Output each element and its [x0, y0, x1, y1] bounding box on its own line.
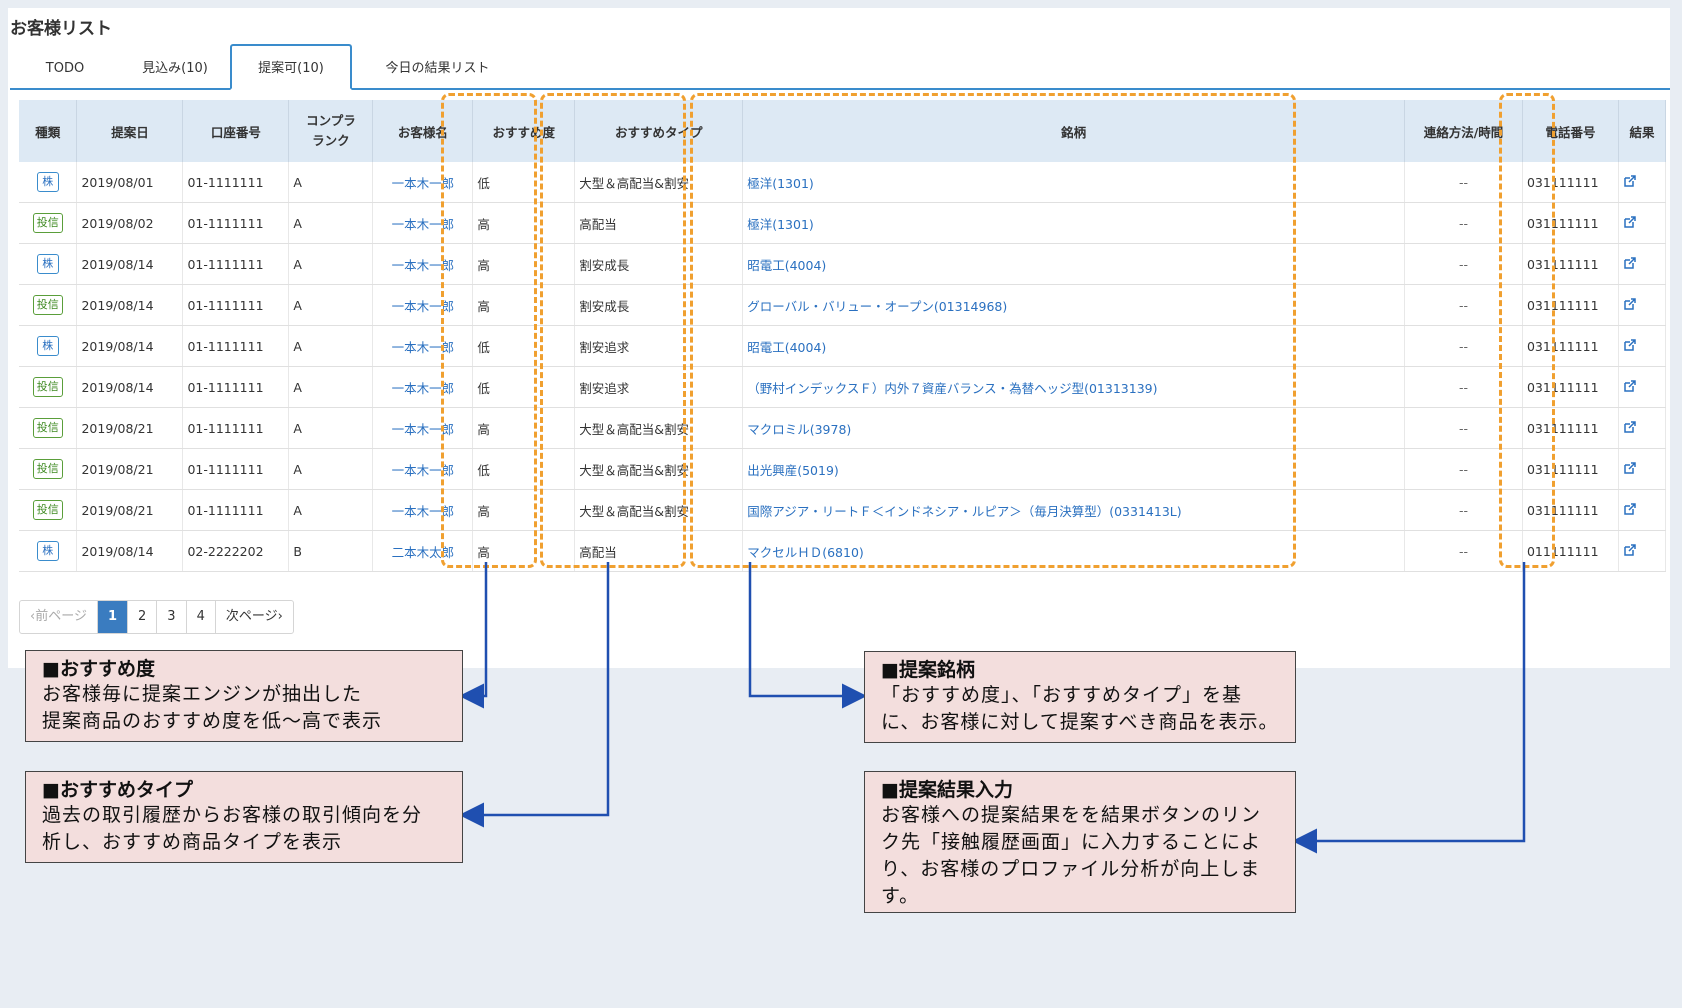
note-result-input-line3: り、お客様のプロファイル分析が向上しま: [881, 858, 1261, 880]
note-recommend-type-title: ■おすすめタイプ: [42, 779, 193, 801]
note-recommend-level: ■おすすめ度 お客様毎に提案エンジンが抽出した 提案商品のおすすめ度を低〜高で表…: [25, 650, 463, 742]
note-proposal-stock-title: ■提案銘柄: [881, 659, 975, 681]
note-result-input-line2: ク先「接触履歴画面」に入力することによ: [881, 831, 1262, 853]
note-result-input-line1: お客様への提案結果をを結果ボタンのリン: [881, 804, 1262, 826]
note-recommend-type-line1: 過去の取引履歴からお客様の取引傾向を分: [42, 804, 423, 826]
note-result-input-title: ■提案結果入力: [881, 779, 1013, 801]
note-result-input: ■提案結果入力 お客様への提案結果をを結果ボタンのリン ク先「接触履歴画面」に入…: [864, 771, 1296, 913]
note-proposal-stock-line2: に、お客様に対して提案すべき商品を表示。: [881, 711, 1279, 733]
note-proposal-stock: ■提案銘柄 「おすすめ度」、「おすすめタイプ」を基 に、お客様に対して提案すべき…: [864, 651, 1296, 743]
note-recommend-type: ■おすすめタイプ 過去の取引履歴からお客様の取引傾向を分 析し、おすすめ商品タイ…: [25, 771, 463, 863]
note-result-input-line4: す。: [881, 885, 920, 907]
arrow-recommend-level: [459, 562, 488, 709]
arrow-proposal-stock: [748, 562, 867, 709]
note-recommend-type-line2: 析し、おすすめ商品タイプを表示: [42, 831, 343, 853]
note-recommend-level-title: ■おすすめ度: [42, 658, 155, 680]
note-proposal-stock-line1: 「おすすめ度」、「おすすめタイプ」を基: [881, 684, 1243, 706]
note-recommend-level-line2: 提案商品のおすすめ度を低〜高で表示: [42, 710, 383, 732]
arrow-result-input: [1292, 562, 1526, 854]
note-recommend-level-line1: お客様毎に提案エンジンが抽出した: [42, 683, 363, 705]
